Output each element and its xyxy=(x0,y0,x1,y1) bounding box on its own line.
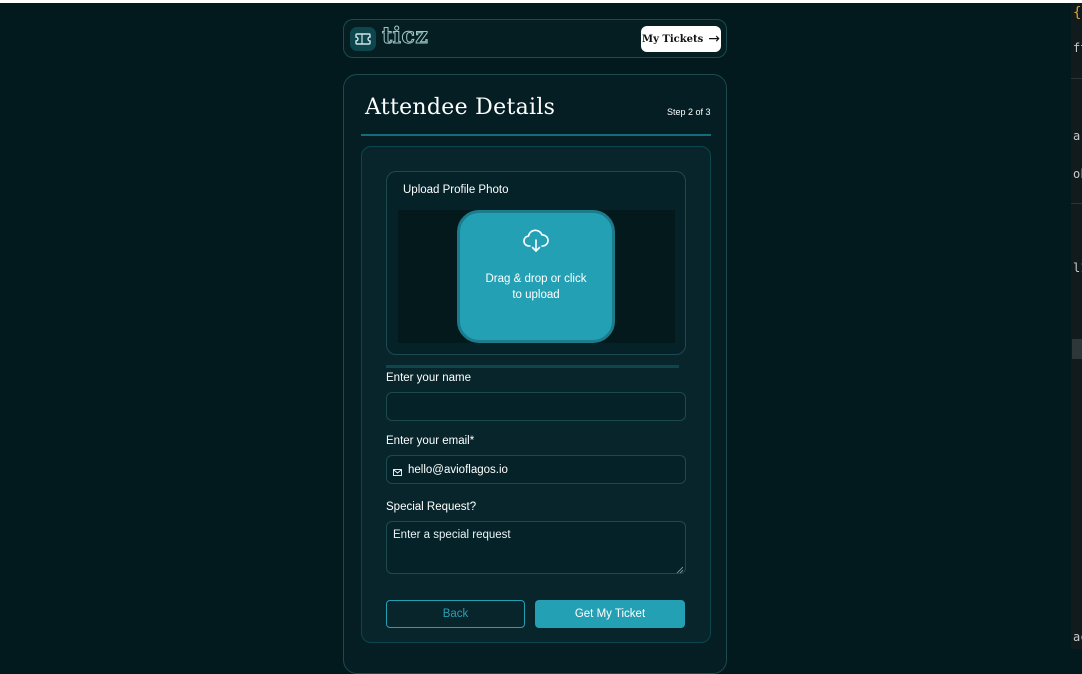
editor-fragment: ft xyxy=(1073,41,1082,55)
cloud-upload-icon xyxy=(522,229,550,257)
section-divider xyxy=(386,365,679,368)
photo-upload-section: Upload Profile Photo Drag & drop or clic… xyxy=(386,171,686,355)
upload-band: Drag & drop or click to upload xyxy=(398,210,675,343)
special-request-label: Special Request? xyxy=(386,501,477,513)
editor-fragment: l1 xyxy=(1073,261,1082,275)
special-request-placeholder: Enter a special request xyxy=(393,529,511,541)
attendee-card: Attendee Details Step 2 of 3 Upload Prof… xyxy=(343,74,727,674)
browser-top-strip xyxy=(0,0,1082,3)
editor-fragment: a. xyxy=(1073,129,1082,143)
arrow-right-icon: → xyxy=(708,31,720,47)
photo-dropzone[interactable]: Drag & drop or click to upload xyxy=(457,210,615,343)
dropzone-text: Drag & drop or click to upload xyxy=(485,273,587,301)
special-request-textarea[interactable]: Enter a special request xyxy=(386,521,686,574)
my-tickets-button[interactable]: My Tickets → xyxy=(641,26,721,52)
name-input[interactable] xyxy=(386,392,686,421)
progress-divider xyxy=(361,134,711,136)
side-editor-panel: { ft a. ok l1 ac xyxy=(1071,3,1082,649)
mail-icon xyxy=(393,461,402,480)
back-button[interactable]: Back xyxy=(386,600,525,628)
name-label: Enter your name xyxy=(386,372,472,384)
resize-handle-icon[interactable] xyxy=(676,564,684,574)
brand-logo[interactable]: ticz xyxy=(381,23,428,50)
editor-highlight xyxy=(1072,339,1082,359)
form-container: Upload Profile Photo Drag & drop or clic… xyxy=(361,146,711,643)
page-title: Attendee Details xyxy=(365,95,556,120)
ticket-icon[interactable] xyxy=(350,27,376,51)
email-label: Enter your email* xyxy=(386,435,475,447)
my-tickets-label: My Tickets xyxy=(642,33,704,45)
email-value: hello@avioflagos.io xyxy=(408,463,508,476)
editor-fragment: { xyxy=(1073,5,1082,21)
editor-divider xyxy=(1071,203,1082,204)
editor-fragment: ac xyxy=(1073,630,1082,644)
get-ticket-button[interactable]: Get My Ticket xyxy=(535,600,685,628)
editor-divider xyxy=(1071,78,1082,79)
email-field[interactable]: hello@avioflagos.io xyxy=(386,455,686,484)
editor-fragment: ok xyxy=(1073,167,1082,181)
step-indicator: Step 2 of 3 xyxy=(667,107,711,117)
upload-label: Upload Profile Photo xyxy=(403,184,509,196)
top-nav: ticz My Tickets → xyxy=(343,19,727,58)
